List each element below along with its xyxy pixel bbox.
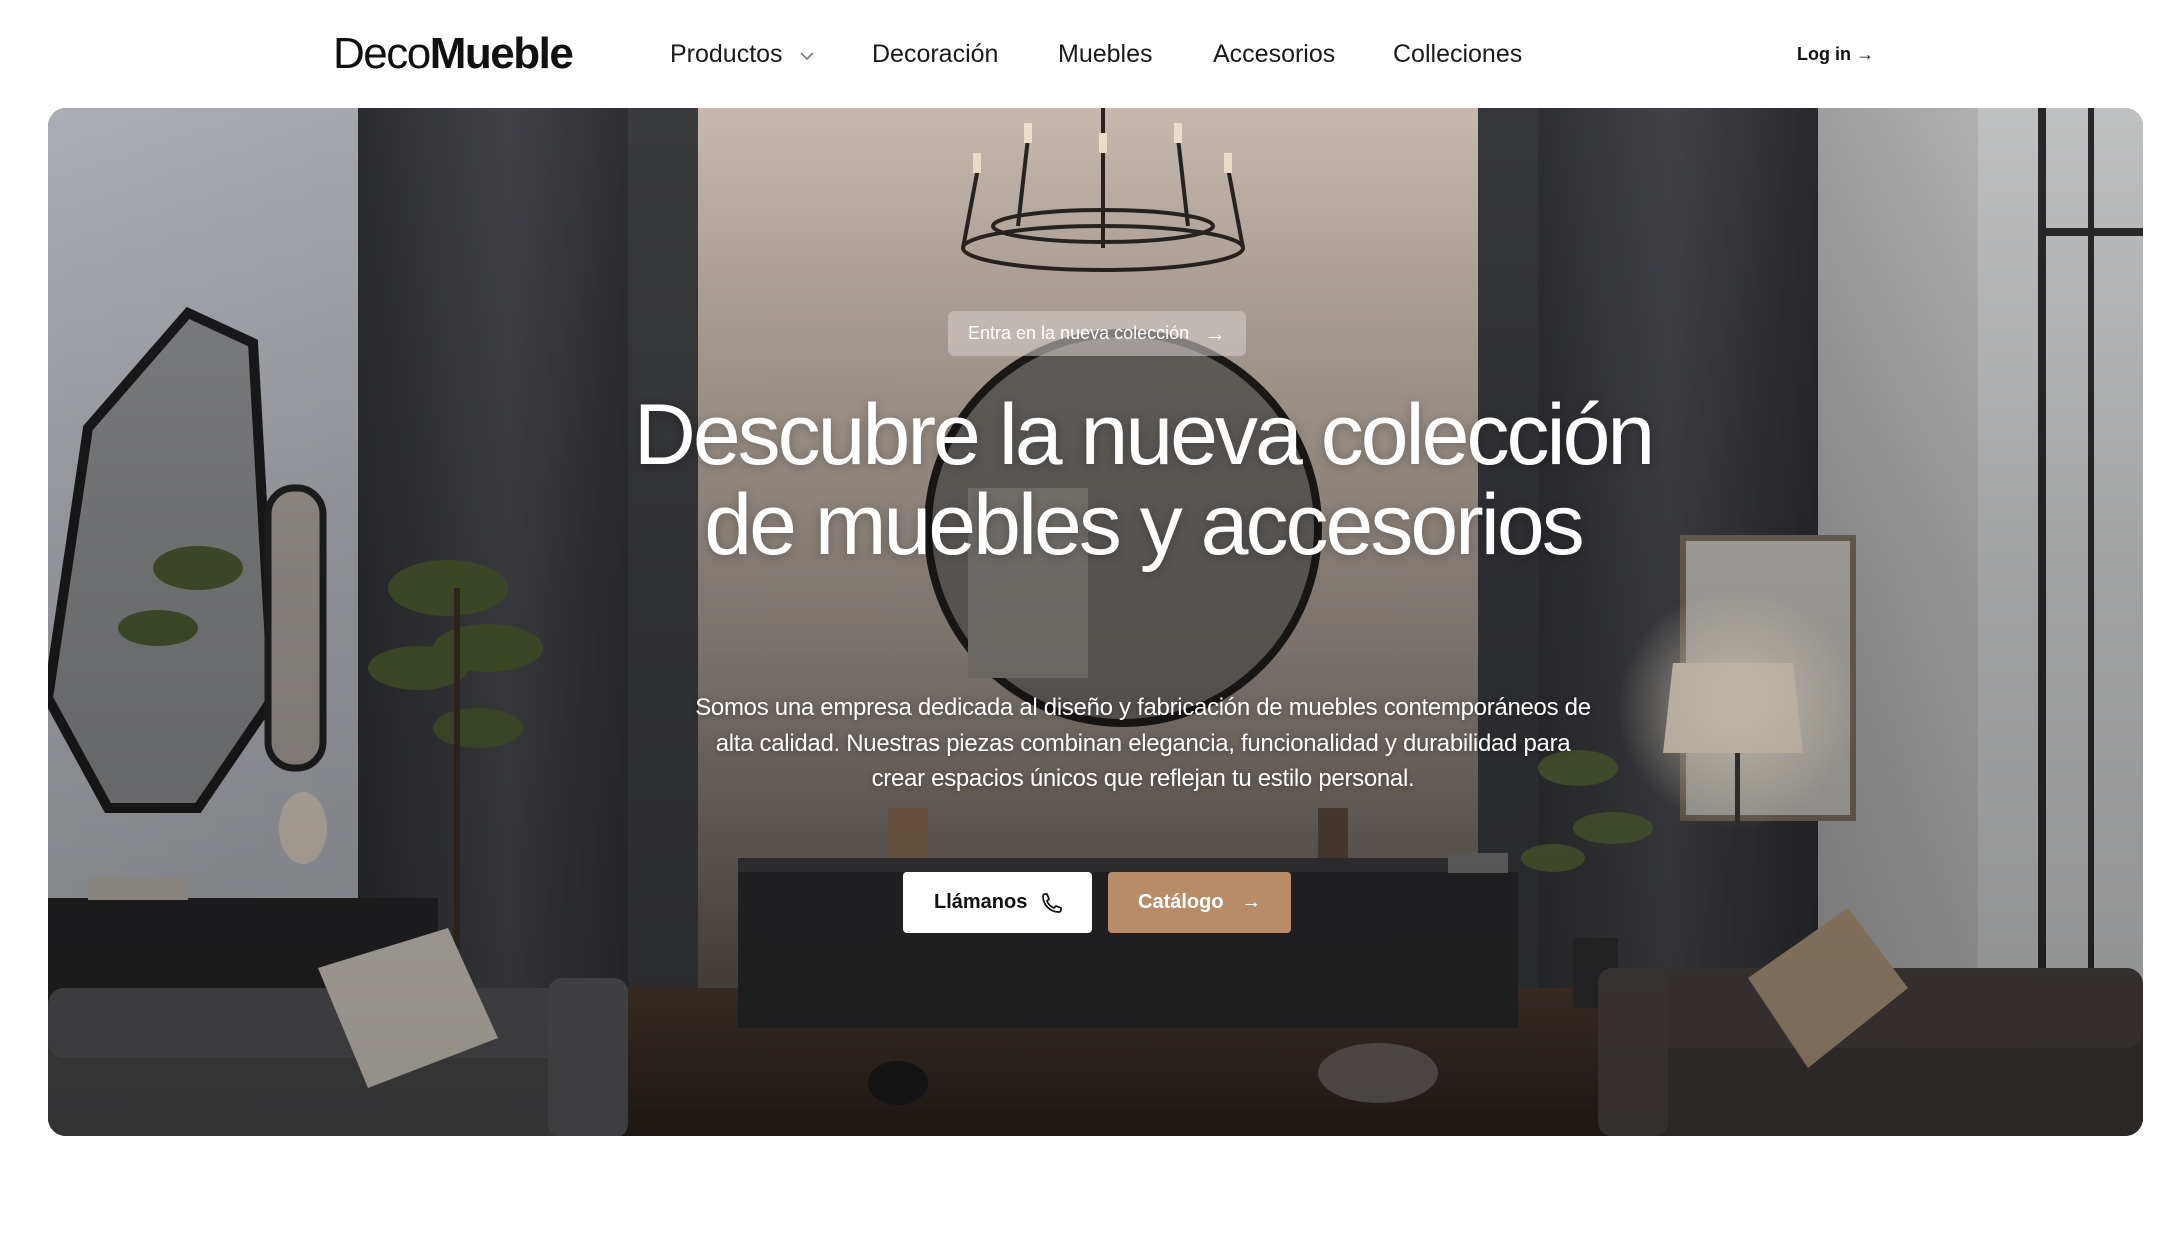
brand-logo-bold: Mueble bbox=[429, 29, 574, 78]
nav-item-label: Accesorios bbox=[1213, 40, 1336, 68]
nav-item-label: Colleciones bbox=[1393, 40, 1523, 68]
chevron-down-icon bbox=[799, 35, 814, 71]
phone-icon bbox=[1042, 872, 1062, 958]
catalog-button[interactable]: Catálogo → bbox=[1108, 872, 1291, 933]
login-link[interactable]: Log in → bbox=[1797, 40, 1874, 68]
nav-item-muebles[interactable]: Muebles bbox=[1058, 36, 1153, 72]
nav-item-productos[interactable]: Productos bbox=[670, 36, 814, 73]
nav-item-decoracion[interactable]: Decoración bbox=[872, 36, 998, 72]
nav-item-colleciones[interactable]: Colleciones bbox=[1393, 36, 1522, 72]
catalog-button-label: Catálogo bbox=[1138, 891, 1224, 913]
arrow-right-icon: → bbox=[1241, 891, 1261, 913]
brand-logo[interactable]: DecoMueble bbox=[333, 28, 574, 80]
call-button[interactable]: Llámanos bbox=[903, 872, 1092, 933]
hero-description: Somos una empresa dedicada al diseño y f… bbox=[695, 694, 1591, 792]
call-button-label: Llámanos bbox=[934, 891, 1028, 913]
arrow-right-icon: → bbox=[1204, 321, 1226, 346]
nav-item-label: Productos bbox=[670, 40, 783, 68]
hero-overlay bbox=[48, 108, 2143, 1136]
nav-item-accesorios[interactable]: Accesorios bbox=[1213, 36, 1335, 72]
hero-section: Entra en la nueva colección → Descubre l… bbox=[48, 108, 2143, 1136]
site-header: DecoMueble Productos Decoración Muebles … bbox=[0, 0, 2171, 108]
new-collection-label: Entra en la nueva colección bbox=[968, 323, 1190, 343]
nav-item-label: Decoración bbox=[872, 40, 999, 68]
brand-logo-light: Deco bbox=[333, 29, 431, 78]
new-collection-badge[interactable]: Entra en la nueva colección → bbox=[948, 311, 1246, 356]
nav-item-label: Muebles bbox=[1058, 40, 1153, 68]
hero-headline: Descubre la nueva colección de muebles y… bbox=[633, 387, 1656, 573]
